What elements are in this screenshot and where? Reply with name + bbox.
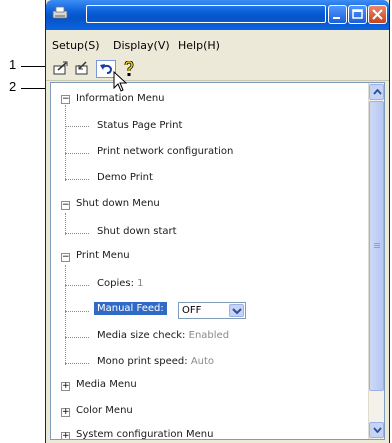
menu-help[interactable]: Help(H) [178, 39, 220, 52]
mono-print-speed-value: Auto [190, 356, 215, 367]
tree-line [65, 126, 89, 127]
save-setting-icon [75, 61, 88, 75]
minimize-button[interactable] [328, 5, 347, 24]
demo-print-item[interactable]: Demo Print [97, 172, 153, 183]
chevron-down-icon [232, 308, 242, 315]
vertical-scrollbar[interactable] [368, 83, 384, 439]
expand-toggle[interactable]: + [61, 408, 70, 417]
chevron-up-icon [373, 89, 382, 95]
tree-line [65, 233, 89, 234]
minimize-icon [333, 17, 340, 19]
menu-display[interactable]: Display(V) [113, 39, 170, 52]
tree-line [65, 179, 89, 180]
menu-bar: Setup(S) Display(V) Help(H) [46, 36, 389, 56]
manual-feed-value: OFF [182, 305, 202, 316]
save-setting-button[interactable] [73, 60, 93, 78]
copies-item[interactable]: Copies: 1 [97, 278, 144, 289]
settings-tree[interactable]: − Information Menu Status Page Print Pri… [50, 82, 385, 440]
media-size-check-label: Media size check: [97, 330, 186, 341]
app-window: Setup(S) Display(V) Help(H) − Informatio… [45, 0, 390, 443]
title-text-box [86, 5, 326, 23]
mono-print-speed-item[interactable]: Mono print speed: Auto [97, 356, 214, 367]
media-size-check-item[interactable]: Media size check: Enabled [97, 330, 229, 341]
tree-line [65, 311, 89, 312]
open-setting-icon [53, 61, 68, 75]
open-setting-button[interactable] [51, 60, 71, 78]
toolbar [46, 58, 389, 81]
media-menu-node[interactable]: Media Menu [76, 379, 137, 390]
scroll-down-button[interactable] [369, 422, 384, 438]
color-menu-node[interactable]: Color Menu [76, 405, 133, 416]
system-config-menu-node[interactable]: System configuration Menu [76, 429, 213, 439]
print-network-config-item[interactable]: Print network configuration [97, 146, 233, 157]
scroll-grip [374, 247, 380, 248]
expand-toggle[interactable]: + [61, 382, 70, 391]
chevron-down-icon [373, 427, 382, 433]
scroll-grip [374, 243, 380, 244]
maximize-icon [352, 9, 363, 19]
print-menu-node[interactable]: Print Menu [76, 250, 130, 261]
callout-1: 1 [9, 57, 17, 72]
manual-feed-label[interactable]: Manual Feed: [94, 302, 167, 315]
tree-line [65, 265, 66, 365]
tree-line [65, 153, 89, 154]
tree-line [65, 285, 89, 286]
scroll-up-button[interactable] [369, 84, 384, 100]
collapse-toggle[interactable]: − [61, 201, 70, 210]
collapse-toggle[interactable]: − [61, 253, 70, 262]
close-icon [372, 9, 383, 20]
tree-line [65, 363, 89, 364]
shut-down-start-item[interactable]: Shut down start [97, 226, 177, 237]
shut-down-menu-node[interactable]: Shut down Menu [76, 198, 160, 209]
callout-2: 2 [9, 79, 17, 94]
mouse-cursor-icon [113, 71, 128, 92]
maximize-button[interactable] [348, 5, 367, 24]
manual-feed-select[interactable]: OFF [178, 302, 246, 319]
expand-toggle[interactable]: + [61, 432, 70, 439]
dropdown-button[interactable] [229, 304, 244, 317]
status-page-print-item[interactable]: Status Page Print [97, 120, 182, 131]
copies-label: Copies: [97, 278, 134, 289]
information-menu-node[interactable]: Information Menu [76, 93, 165, 104]
tree-line [65, 213, 66, 235]
scroll-grip [374, 245, 380, 246]
window-title [86, 5, 354, 25]
menu-setup[interactable]: Setup(S) [52, 39, 100, 52]
copies-value: 1 [137, 278, 144, 289]
scroll-thumb[interactable] [369, 101, 384, 391]
mono-print-speed-label: Mono print speed: [97, 356, 188, 367]
tree-line [65, 337, 89, 338]
collapse-toggle[interactable]: − [61, 95, 70, 104]
tree-line [65, 105, 66, 181]
printer-app-icon [52, 6, 68, 19]
close-button[interactable] [368, 5, 387, 24]
media-size-check-value: Enabled [188, 330, 230, 341]
title-bar[interactable] [46, 0, 389, 30]
